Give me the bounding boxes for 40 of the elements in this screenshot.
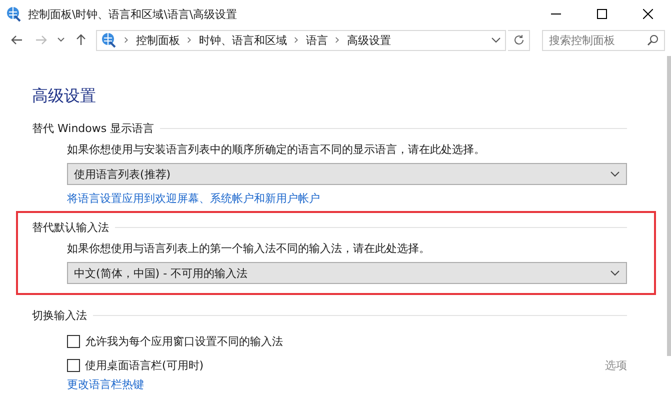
search-icon [647, 34, 659, 46]
caret-icon [610, 270, 620, 276]
scroll-bar[interactable] [667, 56, 671, 356]
close-icon [643, 9, 653, 19]
checkbox[interactable] [67, 334, 80, 348]
caret-icon [57, 37, 65, 43]
breadcrumb-item[interactable]: 控制面板 [136, 32, 180, 48]
search-field[interactable]: 搜索控制面板 [542, 30, 665, 50]
section-title: 切换输入法 [32, 308, 87, 323]
chevron-icon [335, 36, 340, 44]
back-arrow-icon [11, 34, 23, 46]
checkbox-label[interactable]: 使用桌面语言栏(可用时) [85, 358, 204, 372]
section-title: 替代 Windows 显示语言 [32, 121, 154, 136]
dropdown[interactable]: 中文(简体，中国) - 不可用的输入法 [67, 262, 627, 284]
section-title: 替代默认输入法 [32, 220, 109, 235]
address-bar[interactable]: 控制面板 时钟、语言和区域 语言 高级设置 [96, 30, 506, 50]
checkbox[interactable] [67, 358, 80, 372]
description-text: 如果你想使用与语言列表上的第一个输入法不同的输入法，请在此处选择。 [67, 241, 431, 256]
dropdown[interactable]: 使用语言列表(推荐) [67, 163, 627, 185]
checkbox-label[interactable]: 允许我为每个应用窗口设置不同的输入法 [85, 334, 283, 348]
maximize-icon [597, 9, 607, 19]
control-panel-icon [6, 6, 22, 22]
window-title: 控制面板\时钟、语言和区域\语言\高级设置 [28, 6, 238, 22]
breadcrumb-item[interactable]: 时钟、语言和区域 [199, 32, 287, 48]
chevron-icon [294, 36, 299, 44]
refresh-icon [512, 34, 524, 46]
hotkeys-link[interactable]: 更改语言栏热键 [67, 377, 144, 392]
description-text: 如果你想使用与安装语言列表中的顺序所确定的语言不同的显示语言，请在此处选择。 [67, 142, 486, 157]
caret-icon [610, 171, 620, 177]
refresh-button[interactable] [508, 30, 530, 50]
breadcrumb-item[interactable]: 高级设置 [347, 32, 391, 48]
settings-link[interactable]: 将语言设置应用到欢迎屏幕、系统帐户和新用户帐户 [67, 191, 320, 206]
caret-icon[interactable] [491, 37, 501, 43]
control-panel-icon [101, 32, 117, 48]
chevron-icon [187, 36, 192, 44]
breadcrumb-item[interactable]: 语言 [306, 32, 328, 48]
forward-arrow-icon [35, 34, 47, 46]
chevron-icon [124, 36, 129, 44]
up-arrow-icon [75, 34, 87, 46]
page-heading: 高级设置 [32, 86, 97, 107]
